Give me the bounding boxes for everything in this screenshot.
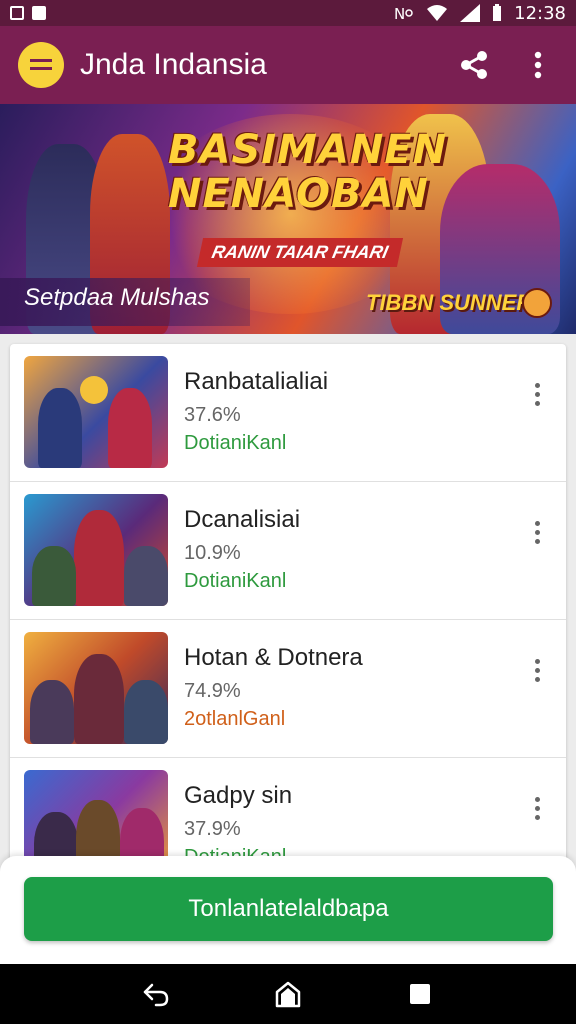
game-status: 2otlanlGanl — [184, 708, 286, 730]
game-thumbnail — [24, 494, 168, 606]
game-title: Dcanalisiai — [184, 506, 301, 533]
item-more-button[interactable] — [522, 512, 552, 552]
back-icon — [143, 983, 169, 1007]
list-item[interactable]: Gadpy sin 37.9% DotianiKanl — [10, 758, 566, 864]
game-progress: 74.9% — [184, 680, 241, 702]
game-progress: 10.9% — [184, 542, 241, 564]
share-button[interactable] — [454, 45, 494, 85]
badge-emblem-icon — [522, 288, 552, 318]
system-nav-bar — [0, 964, 576, 1024]
primary-action-button[interactable]: Tonlanlatelaldbapa — [24, 877, 553, 941]
game-title: Gadpy sin — [184, 782, 293, 809]
list-item[interactable]: Hotan & Dotnera 74.9% 2otlanlGanl — [10, 620, 566, 758]
more-options-button[interactable] — [518, 45, 558, 85]
game-thumbnail — [24, 770, 168, 864]
game-title: Hotan & Dotnera — [184, 644, 363, 671]
list-item[interactable]: Dcanalisiai 10.9% DotianiKanl — [10, 482, 566, 620]
banner-title-line1: BASIMANEN — [168, 127, 448, 173]
share-icon — [461, 51, 487, 79]
wifi-icon — [427, 5, 448, 21]
app-title: Jnda Indansia — [80, 48, 267, 81]
banner-badge: TIBBN SUNNER — [366, 290, 533, 315]
home-icon — [275, 981, 301, 1008]
notification-icon — [32, 6, 46, 20]
home-button[interactable] — [268, 974, 308, 1014]
game-status: DotianiKanl — [184, 432, 287, 454]
svg-text:N: N — [394, 5, 405, 22]
item-more-button[interactable] — [522, 374, 552, 414]
banner-subtitle: Setpdaa Mulshas — [24, 284, 210, 311]
banner-title-line2: NENAOBAN — [168, 171, 429, 217]
nfc-icon: N — [394, 5, 413, 22]
game-title: Ranbatalialiai — [184, 368, 329, 395]
game-thumbnail — [24, 356, 168, 468]
game-progress: 37.6% — [184, 404, 241, 426]
item-more-button[interactable] — [522, 650, 552, 690]
game-status: DotianiKanl — [184, 570, 287, 592]
back-button[interactable] — [136, 974, 176, 1014]
banner-ribbon: RANIN TAIAR FHARI — [196, 238, 403, 267]
recents-button[interactable] — [400, 974, 440, 1014]
game-progress: 37.9% — [184, 818, 241, 840]
item-more-button[interactable] — [522, 788, 552, 828]
list-item[interactable]: Ranbatalialiai 37.6% DotianiKanl — [10, 344, 566, 482]
more-vert-icon — [534, 51, 542, 79]
app-bar: Jnda Indansia — [0, 26, 576, 104]
banner-title: BASIMANEN NENAOBAN — [168, 128, 447, 216]
status-bar: N 12:38 — [0, 0, 576, 26]
clock: 12:38 — [514, 2, 566, 24]
recents-icon — [410, 984, 430, 1004]
notification-icon — [10, 6, 24, 20]
battery-icon — [493, 4, 502, 21]
menu-button[interactable] — [18, 42, 64, 88]
menu-icon — [30, 59, 52, 70]
game-thumbnail — [24, 632, 168, 744]
signal-icon — [460, 4, 481, 22]
game-list: Ranbatalialiai 37.6% DotianiKanl Dcanali… — [10, 344, 566, 864]
